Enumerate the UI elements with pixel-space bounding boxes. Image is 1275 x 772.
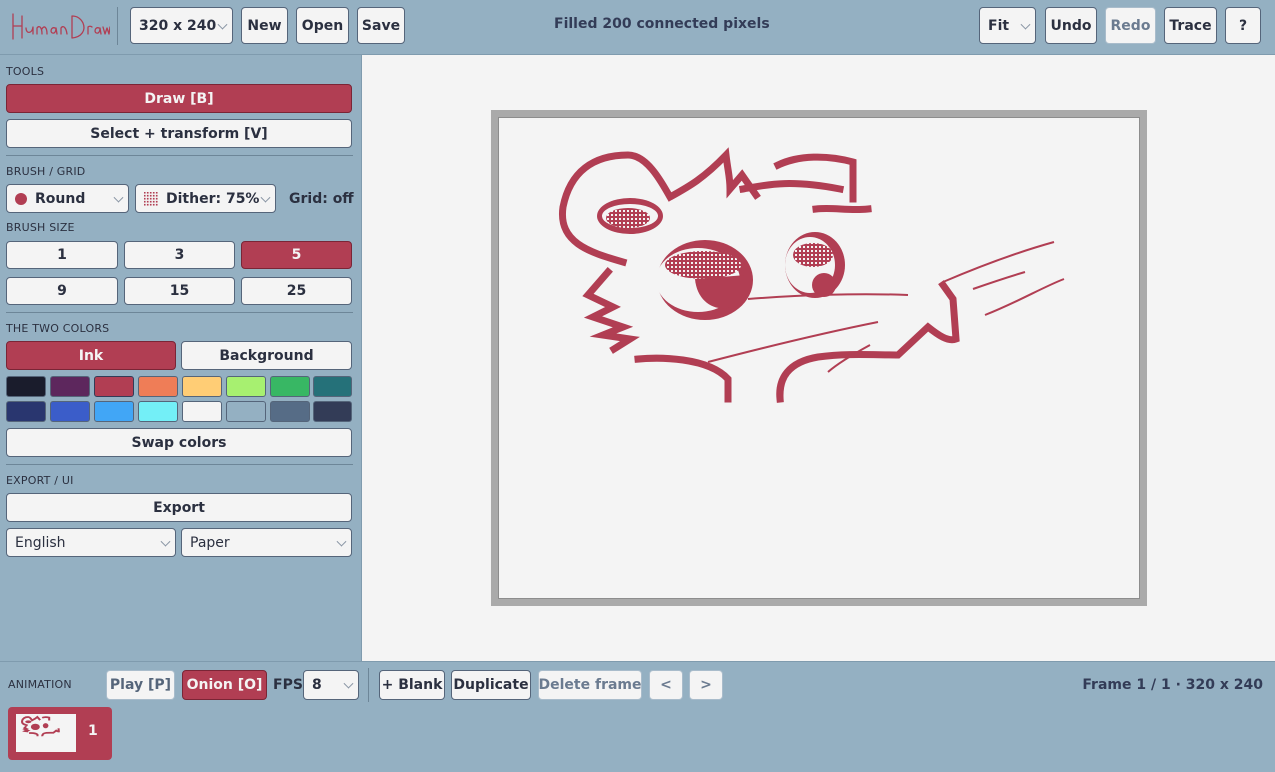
zoom-select[interactable]: Fit (979, 7, 1036, 44)
brush-grid-heading: BRUSH / GRID (6, 165, 86, 178)
language-select[interactable]: English (6, 528, 176, 557)
palette-swatch[interactable] (94, 376, 134, 397)
palette-swatch[interactable] (313, 376, 352, 397)
palette-swatch[interactable] (270, 376, 310, 397)
palette-swatch[interactable] (182, 401, 222, 422)
ink-color-button[interactable]: Ink (6, 341, 176, 370)
tools-panel: TOOLS Draw [B] Select + transform [V] BR… (0, 55, 362, 661)
brush-size-3-button[interactable]: 3 (124, 241, 235, 269)
frame-number: 1 (88, 723, 98, 739)
trace-button[interactable]: Trace (1164, 7, 1217, 44)
status-message: Filled 200 connected pixels (554, 16, 770, 32)
palette-swatch[interactable] (94, 401, 134, 422)
animation-divider (368, 668, 369, 702)
brush-size-5-button[interactable]: 5 (241, 241, 352, 269)
brush-size-heading: BRUSH SIZE (6, 221, 75, 234)
export-button[interactable]: Export (6, 493, 352, 522)
next-frame-button[interactable]: > (689, 670, 723, 700)
language-value: English (15, 534, 66, 551)
new-button[interactable]: New (241, 7, 288, 44)
brush-shape-value: Round (35, 190, 86, 207)
play-button[interactable]: Play [P] (106, 670, 175, 700)
animation-bar: ANIMATION Play [P] Onion [O] FPS 8 + Bla… (0, 661, 1275, 772)
colors-heading: THE TWO COLORS (6, 322, 110, 335)
zoom-value: Fit (988, 17, 1010, 34)
frame-preview (16, 714, 76, 752)
help-button[interactable]: ? (1225, 7, 1261, 44)
brush-size-15-button[interactable]: 15 (124, 277, 235, 305)
section-divider (6, 155, 353, 156)
swap-colors-button[interactable]: Swap colors (6, 428, 352, 457)
background-color-button[interactable]: Background (181, 341, 352, 370)
onion-skin-button[interactable]: Onion [O] (182, 670, 267, 700)
export-ui-heading: EXPORT / UI (6, 474, 74, 487)
select-transform-tool-button[interactable]: Select + transform [V] (6, 119, 352, 148)
canvas-size-select[interactable]: 320 x 240 (130, 7, 233, 44)
animation-heading: ANIMATION (8, 678, 72, 691)
dither-value: Dither: 75% (166, 190, 260, 207)
fps-select[interactable]: 8 (303, 670, 359, 700)
frame-info: Frame 1 / 1 · 320 x 240 (1082, 677, 1263, 693)
section-divider (6, 312, 353, 313)
brush-shape-select[interactable]: Round (6, 184, 129, 213)
add-blank-frame-button[interactable]: + Blank (379, 670, 445, 700)
brush-size-9-button[interactable]: 9 (6, 277, 118, 305)
chevron-down-icon (160, 536, 171, 547)
chevron-down-icon (336, 536, 347, 547)
palette-swatch[interactable] (6, 376, 46, 397)
chevron-down-icon (343, 678, 354, 689)
drawing-artwork (558, 147, 1065, 403)
toolbar-divider (117, 7, 118, 45)
redo-button[interactable]: Redo (1105, 7, 1156, 44)
previous-frame-button[interactable]: < (649, 670, 683, 700)
palette-swatch[interactable] (313, 401, 352, 422)
palette-swatch[interactable] (182, 376, 222, 397)
theme-select[interactable]: Paper (181, 528, 352, 557)
palette-swatch[interactable] (50, 376, 90, 397)
palette-swatch[interactable] (50, 401, 90, 422)
fps-label: FPS (273, 677, 303, 693)
open-button[interactable]: Open (296, 7, 349, 44)
section-divider (6, 464, 353, 465)
chevron-down-icon (1020, 19, 1031, 30)
brush-size-1-button[interactable]: 1 (6, 241, 118, 269)
duplicate-frame-button[interactable]: Duplicate (451, 670, 531, 700)
dither-pattern-icon (144, 191, 158, 206)
undo-button[interactable]: Undo (1045, 7, 1097, 44)
save-button[interactable]: Save (357, 7, 405, 44)
dither-select[interactable]: Dither: 75% (135, 184, 276, 213)
chevron-down-icon (113, 192, 124, 203)
delete-frame-button[interactable]: Delete frame (538, 670, 642, 700)
palette-swatch[interactable] (138, 401, 178, 422)
tools-heading: TOOLS (6, 65, 45, 78)
palette-swatch[interactable] (138, 376, 178, 397)
palette-swatch[interactable] (6, 401, 46, 422)
frame-thumbnail-1[interactable]: 1 (8, 707, 112, 760)
round-brush-icon (15, 192, 27, 205)
grid-toggle[interactable]: Grid: off (289, 191, 354, 207)
app-logo (12, 13, 110, 40)
draw-tool-button[interactable]: Draw [B] (6, 84, 352, 113)
chevron-down-icon (260, 192, 271, 203)
fps-value: 8 (312, 677, 322, 693)
palette-swatch[interactable] (226, 401, 266, 422)
theme-value: Paper (190, 534, 230, 551)
top-toolbar: 320 x 240 New Open Save Filled 200 conne… (0, 0, 1275, 55)
palette-swatch[interactable] (226, 376, 266, 397)
brush-size-25-button[interactable]: 25 (241, 277, 352, 305)
palette-swatch[interactable] (270, 401, 310, 422)
canvas-size-value: 320 x 240 (139, 17, 217, 34)
chevron-down-icon (217, 19, 228, 30)
